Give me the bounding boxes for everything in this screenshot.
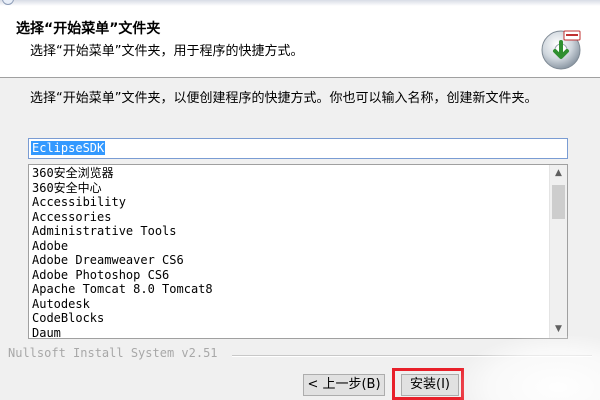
list-item[interactable]: Autodesk (32, 297, 547, 312)
start-menu-folder-input[interactable]: EclipseSDK (28, 138, 568, 159)
list-item[interactable]: Apache Tomcat 8.0 Tomcat8 (32, 282, 547, 297)
list-item[interactable]: Adobe (32, 239, 547, 254)
chevron-up-icon[interactable]: ▲ (550, 165, 567, 182)
list-item[interactable]: Adobe Dreamweaver CS6 (32, 253, 547, 268)
install-highlight-box: 安装(I) (392, 368, 464, 400)
installer-disc-icon (541, 30, 581, 70)
list-item[interactable]: Accessories (32, 210, 547, 225)
header-panel: 选择“开始菜单”文件夹 选择“开始菜单”文件夹，用于程序的快捷方式。 (0, 6, 600, 78)
install-button[interactable]: 安装(I) (401, 374, 459, 396)
list-item[interactable]: Adobe Photoshop CS6 (32, 268, 547, 283)
vertical-scrollbar[interactable]: ▲ ▼ (549, 165, 567, 338)
list-item[interactable]: 360安全浏览器 (32, 166, 547, 181)
screen-glare (460, 336, 600, 400)
list-item[interactable]: Administrative Tools (32, 224, 547, 239)
page-title: 选择“开始菜单”文件夹 (16, 21, 161, 37)
folder-name-value: EclipseSDK (31, 141, 106, 155)
folder-list-items: 360安全浏览器 360安全中心 Accessibility Accessori… (32, 166, 547, 338)
instruction-text: 选择“开始菜单”文件夹，以便创建程序的快捷方式。你也可以输入名称，创建新文件夹。 (30, 91, 538, 106)
back-button[interactable]: < 上一步(B) (303, 374, 385, 396)
start-menu-folder-list[interactable]: 360安全浏览器 360安全中心 Accessibility Accessori… (28, 164, 568, 339)
list-item[interactable]: 360安全中心 (32, 181, 547, 196)
window-icon (2, 0, 14, 5)
list-item[interactable]: CodeBlocks (32, 311, 547, 326)
scrollbar-thumb[interactable] (552, 185, 565, 219)
branding-text: Nullsoft Install System v2.51 (8, 346, 218, 360)
page-subtitle: 选择“开始菜单”文件夹，用于程序的快捷方式。 (30, 44, 304, 59)
list-item[interactable]: Accessibility (32, 195, 547, 210)
